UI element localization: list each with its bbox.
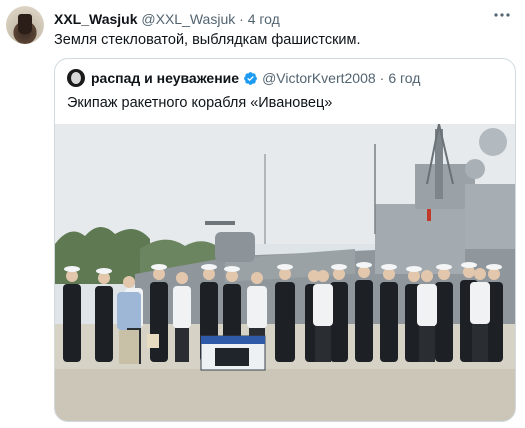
tweet[interactable]: XXL_Wasjuk @XXL_Wasjuk · 4 год Земля сте… [0, 0, 525, 428]
quoted-tweet-text: Экипаж ракетного корабля «Ивановец» [67, 95, 333, 111]
quoted-author-avatar[interactable] [67, 69, 85, 87]
quoted-separator-dot: · [379, 70, 385, 86]
quoted-tweet-photo[interactable] [55, 124, 515, 421]
separator-dot: · [239, 11, 244, 27]
tweet-text: Земля стекловатой, выблядкам фашистским. [54, 32, 361, 48]
author-display-name[interactable]: XXL_Wasjuk [54, 11, 138, 27]
quoted-tweet-header: распад и неуважение @VictorKvert2008 · 6… [67, 69, 420, 87]
quoted-author-handle[interactable]: @VictorKvert2008 [262, 69, 376, 87]
tweet-time[interactable]: 4 год [248, 11, 280, 27]
more-icon[interactable] [493, 6, 511, 29]
quoted-author-display-name[interactable]: распад и неуважение [91, 69, 239, 87]
author-avatar[interactable] [6, 6, 44, 44]
tweet-header: XXL_Wasjuk @XXL_Wasjuk · 4 год [54, 10, 280, 28]
verified-badge-icon [244, 71, 257, 85]
author-handle[interactable]: @XXL_Wasjuk [141, 11, 235, 27]
quoted-tweet-time[interactable]: 6 год [388, 69, 420, 87]
quoted-tweet[interactable]: распад и неуважение @VictorKvert2008 · 6… [54, 58, 516, 422]
